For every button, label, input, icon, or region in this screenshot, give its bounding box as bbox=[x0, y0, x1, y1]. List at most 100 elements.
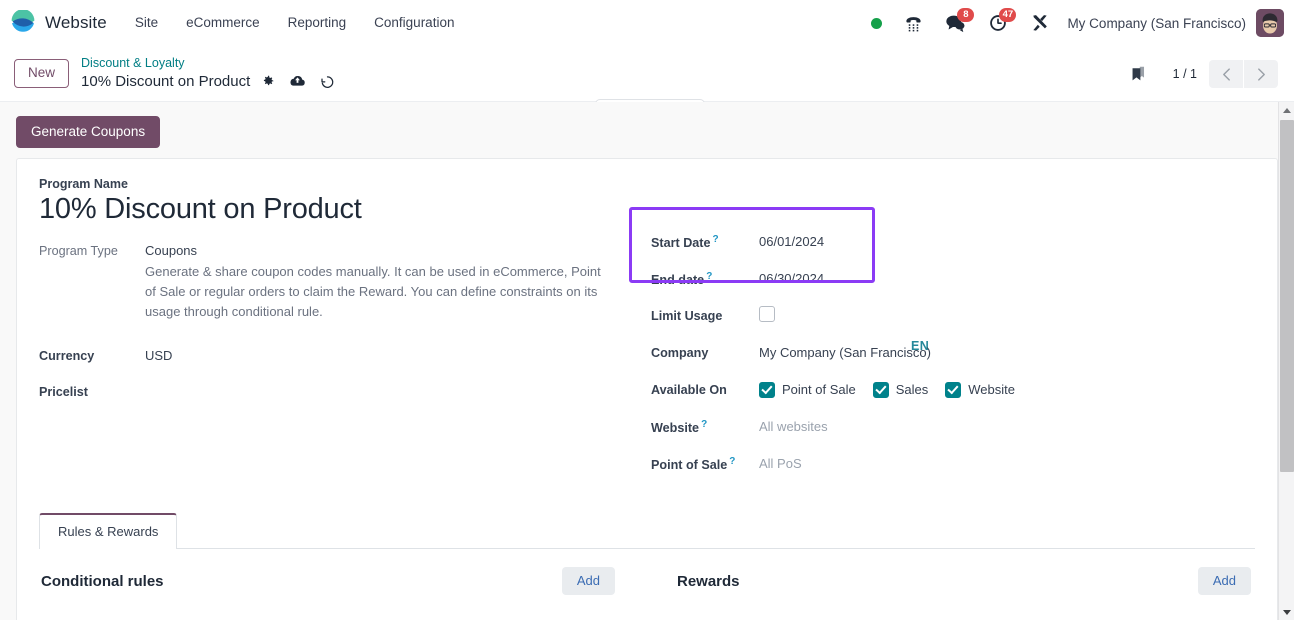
notebook: Rules & Rewards Conditional rules Add Re… bbox=[39, 512, 1255, 596]
rewards-title: Rewards bbox=[677, 572, 740, 590]
control-panel: New Discount & Loyalty 10% Discount on P… bbox=[0, 46, 1294, 133]
generate-coupons-button[interactable]: Generate Coupons bbox=[16, 116, 161, 149]
start-date-value[interactable]: 06/01/2024 bbox=[759, 234, 824, 249]
field-website: Website? All websites bbox=[651, 408, 1255, 445]
pager-previous-button[interactable] bbox=[1209, 60, 1243, 88]
voip-phone-icon[interactable] bbox=[893, 0, 934, 46]
current-company[interactable]: My Company (San Francisco) bbox=[1061, 16, 1256, 31]
website-field-value[interactable]: All websites bbox=[759, 419, 828, 434]
currency-value[interactable]: USD bbox=[145, 346, 172, 366]
field-end-date: End date? 06/30/2024 bbox=[651, 260, 1255, 297]
field-limit-usage: Limit Usage bbox=[651, 297, 1255, 334]
sales-checkbox[interactable] bbox=[872, 381, 889, 398]
top-navbar: Website Site eCommerce Reporting Configu… bbox=[0, 0, 1294, 46]
scroll-down-button[interactable] bbox=[1279, 604, 1294, 620]
breadcrumb-parent-link[interactable]: Discount & Loyalty bbox=[81, 56, 335, 72]
end-date-label: End date? bbox=[651, 271, 759, 287]
online-dot bbox=[871, 17, 883, 29]
tools-wrench-icon bbox=[1033, 15, 1048, 31]
breadcrumb-current-record: 10% Discount on Product bbox=[81, 72, 251, 90]
field-currency: Currency USD bbox=[39, 346, 637, 366]
form-content-area: Generate Coupons EN Program Name 10% Dis… bbox=[0, 102, 1294, 620]
limit-usage-checkbox[interactable] bbox=[759, 306, 775, 323]
scrollbar-thumb[interactable] bbox=[1280, 120, 1294, 472]
field-available-on: Available On Point of Sale Sales Website bbox=[651, 371, 1255, 408]
cloud-upload-icon bbox=[290, 76, 306, 86]
chevron-left-icon bbox=[1222, 67, 1230, 81]
messages-badge: 8 bbox=[957, 8, 975, 22]
pos-field-label: Point of Sale? bbox=[651, 456, 759, 472]
conditional-rules-title: Conditional rules bbox=[41, 572, 164, 590]
pager-next-button[interactable] bbox=[1244, 60, 1278, 88]
field-company: Company My Company (San Francisco) bbox=[651, 334, 1255, 371]
new-record-button[interactable]: New bbox=[14, 59, 70, 88]
dates-group: Start Date? 06/01/2024 End date? 06/30/2… bbox=[629, 207, 1255, 297]
available-on-label: Available On bbox=[651, 382, 727, 397]
field-pricelist: Pricelist bbox=[39, 382, 637, 402]
point-of-sale-label: Point of Sale bbox=[782, 382, 856, 398]
avatar-image bbox=[1256, 9, 1284, 37]
gear-icon bbox=[264, 76, 274, 86]
pager-zone: 1 / 1 bbox=[1116, 46, 1278, 102]
vertical-scrollbar[interactable] bbox=[1278, 102, 1294, 620]
start-date-label: Start Date? bbox=[651, 234, 759, 250]
bookmark-icon[interactable] bbox=[1116, 65, 1161, 83]
tab-rules-and-rewards[interactable]: Rules & Rewards bbox=[39, 513, 178, 550]
currency-label: Currency bbox=[39, 349, 95, 364]
website-editor-icon[interactable] bbox=[1019, 0, 1061, 46]
triangle-down-icon bbox=[1283, 609, 1291, 615]
limit-usage-label: Limit Usage bbox=[651, 308, 723, 323]
start-date-label-text: Start Date bbox=[651, 235, 711, 250]
scroll-up-button[interactable] bbox=[1279, 102, 1294, 118]
company-value[interactable]: My Company (San Francisco) bbox=[759, 345, 931, 360]
messages-icon[interactable]: 8 bbox=[934, 0, 977, 46]
discard-changes-icon[interactable] bbox=[320, 74, 335, 89]
online-status-icon[interactable] bbox=[860, 0, 893, 46]
available-on-sales[interactable]: Sales bbox=[872, 381, 929, 398]
field-program-type: Program Type Coupons Generate & share co… bbox=[39, 241, 637, 323]
menu-item-site[interactable]: Site bbox=[133, 11, 160, 34]
website-field-label-text: Website bbox=[651, 420, 700, 435]
start-date-help-icon[interactable]: ? bbox=[713, 234, 719, 245]
end-date-help-icon[interactable]: ? bbox=[706, 271, 712, 282]
breadcrumb: Discount & Loyalty 10% Discount on Produ… bbox=[81, 56, 335, 91]
website-checkbox[interactable] bbox=[945, 381, 962, 398]
menu-item-ecommerce[interactable]: eCommerce bbox=[184, 11, 262, 34]
pos-help-icon[interactable]: ? bbox=[729, 456, 735, 467]
company-label: Company bbox=[651, 345, 709, 360]
program-name-label: Program Name bbox=[39, 177, 128, 192]
notebook-tabs: Rules & Rewards bbox=[39, 512, 1255, 550]
website-help-icon[interactable]: ? bbox=[701, 419, 707, 430]
app-brand[interactable]: Website bbox=[10, 9, 107, 36]
activities-icon[interactable]: 47 bbox=[977, 0, 1019, 46]
pos-field-value[interactable]: All PoS bbox=[759, 456, 802, 471]
available-on-website[interactable]: Website bbox=[945, 381, 1015, 398]
main-menu: Site eCommerce Reporting Configuration bbox=[133, 11, 457, 34]
settings-gear-icon[interactable] bbox=[261, 74, 275, 88]
add-reward-button[interactable]: Add bbox=[1197, 567, 1251, 596]
field-start-date: Start Date? 06/01/2024 bbox=[651, 223, 1255, 260]
program-type-label: Program Type bbox=[39, 243, 118, 258]
triangle-up-icon bbox=[1283, 107, 1291, 113]
available-on-point-of-sale[interactable]: Point of Sale bbox=[759, 381, 856, 398]
end-date-value[interactable]: 06/30/2024 bbox=[759, 271, 824, 286]
program-type-description: Generate & share coupon codes manually. … bbox=[145, 264, 601, 320]
dialpad-icon bbox=[906, 16, 922, 31]
pricelist-label: Pricelist bbox=[39, 385, 89, 400]
menu-item-configuration[interactable]: Configuration bbox=[372, 11, 456, 34]
brand-name: Website bbox=[45, 12, 107, 32]
point-of-sale-checkbox[interactable] bbox=[759, 381, 775, 398]
form-sheet: EN Program Name 10% Discount on Product … bbox=[16, 158, 1278, 620]
add-conditional-rule-button[interactable]: Add bbox=[561, 567, 615, 596]
menu-item-reporting[interactable]: Reporting bbox=[286, 11, 349, 34]
odoo-website-logo-icon bbox=[10, 9, 36, 35]
field-point-of-sale: Point of Sale? All PoS bbox=[651, 445, 1255, 482]
pager-count: 1 / 1 bbox=[1172, 67, 1197, 81]
user-avatar[interactable] bbox=[1256, 9, 1284, 37]
layers-bookmark-icon bbox=[1132, 66, 1144, 81]
pos-field-label-text: Point of Sale bbox=[651, 457, 728, 472]
sales-label: Sales bbox=[895, 382, 929, 398]
program-name-value[interactable]: 10% Discount on Product bbox=[39, 193, 637, 226]
program-type-value[interactable]: Coupons bbox=[145, 241, 615, 261]
save-record-icon[interactable] bbox=[289, 74, 306, 88]
